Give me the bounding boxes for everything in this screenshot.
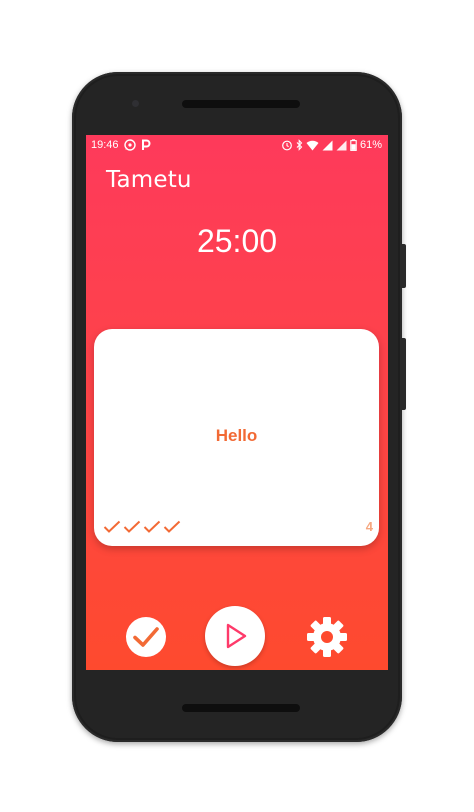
volume-button xyxy=(402,338,406,410)
bottom-controls xyxy=(86,605,388,666)
app-screen: 19:46 61% Tametu 25:00 Hello 4 xyxy=(86,135,388,670)
completed-checks xyxy=(103,519,181,538)
earpiece-speaker xyxy=(182,100,300,108)
bottom-speaker xyxy=(182,704,300,712)
pomodoro-count: 4 xyxy=(365,519,373,534)
done-button[interactable] xyxy=(124,615,168,659)
task-text: Hello xyxy=(215,426,258,445)
play-icon xyxy=(226,623,247,649)
parking-icon xyxy=(141,139,151,151)
front-camera xyxy=(132,100,139,107)
status-right: 61% xyxy=(281,139,382,151)
status-bar: 19:46 61% xyxy=(86,135,388,155)
power-button xyxy=(402,244,406,288)
status-left: 19:46 xyxy=(91,139,151,151)
check-icon xyxy=(103,519,121,538)
app-title: Tametu xyxy=(106,167,192,193)
check-icon xyxy=(163,519,181,538)
wifi-icon xyxy=(306,140,319,151)
settings-button[interactable] xyxy=(305,615,349,659)
signal-icon xyxy=(322,140,333,151)
task-card[interactable]: Hello 4 xyxy=(94,329,379,546)
alarm-icon xyxy=(281,139,293,151)
whatsapp-icon xyxy=(123,139,136,151)
check-icon xyxy=(143,519,161,538)
check-icon xyxy=(123,519,141,538)
gear-icon xyxy=(307,617,347,657)
battery-level: 61% xyxy=(359,139,382,151)
signal-icon xyxy=(336,140,347,151)
bluetooth-icon xyxy=(296,139,303,151)
battery-icon xyxy=(350,139,357,151)
timer-display: 25:00 xyxy=(196,223,278,259)
start-button[interactable] xyxy=(205,606,265,666)
check-icon xyxy=(126,617,166,657)
status-time: 19:46 xyxy=(91,139,119,151)
